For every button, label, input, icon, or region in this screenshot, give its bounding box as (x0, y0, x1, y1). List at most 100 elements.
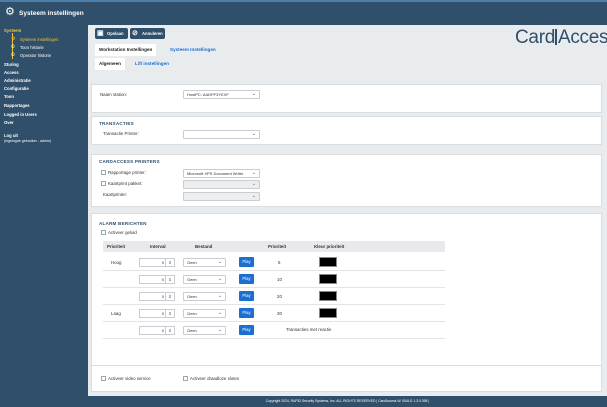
save-icon: ▣ (97, 30, 104, 37)
interval-input[interactable]: 0 ⇕ (139, 326, 175, 335)
interval-input[interactable]: 0 ⇕ (139, 275, 175, 284)
play-button[interactable]: Play (239, 308, 254, 318)
gear-icon: ⚙ (11, 36, 16, 42)
bestand-select[interactable]: Geen ⌄ (183, 275, 226, 284)
sidebar-item-systeem-instellingen[interactable]: ⚙ Systeem instellingen (11, 36, 58, 42)
row-prio-value: 10 (277, 277, 282, 282)
kaartprint-pakket-label: Kaartprint pakket: (108, 181, 143, 186)
kaartprinter-select[interactable]: ⌄ (183, 192, 260, 201)
activeer-draadloze-checkbox[interactable] (183, 376, 188, 381)
printers-title: CARDACCESS PRINTERS (99, 159, 160, 164)
row-prio-label: Hoog (111, 260, 122, 265)
history-icon: ⏲ (11, 44, 15, 50)
cardaccess-logo: CardAccess (515, 27, 607, 48)
station-select[interactable]: HostPC: AADPF3YEXF ⌄ (183, 90, 260, 99)
activeer-video-label: Activeer video service (108, 376, 151, 381)
row-divider (103, 321, 445, 322)
chevron-down-icon: ⌄ (251, 170, 256, 176)
row-prio-value: 20 (277, 294, 282, 299)
header-bestand: Bestand (195, 244, 213, 249)
bestand-select[interactable]: Geen ⌄ (183, 258, 226, 267)
bestand-select[interactable]: Geen ⌄ (183, 309, 226, 318)
play-button[interactable]: Play (239, 291, 254, 301)
sidebar-item-over[interactable]: Over (4, 120, 14, 125)
header-prioriteit: Prioriteit (107, 244, 126, 249)
color-picker[interactable] (319, 257, 337, 267)
sidebar-item-logged-in-users[interactable]: Logged in Users (4, 112, 37, 117)
play-button[interactable]: Play (239, 325, 254, 335)
spinner-icon[interactable]: ⇕ (165, 293, 174, 300)
sidebar-item-toon[interactable]: Toon (4, 94, 14, 99)
play-button[interactable]: Play (239, 257, 254, 267)
kaartprint-pakket-checkbox[interactable] (101, 181, 106, 186)
transacties-met-reactie-label: Transacties met reactie (286, 327, 332, 332)
row-prio-label: Laag (111, 311, 121, 316)
chevron-down-icon: ⌄ (217, 276, 222, 282)
activeer-draadloze-label: Activeer draadloze sloten (190, 376, 240, 381)
history-icon: ⏲ (11, 52, 15, 58)
spinner-icon[interactable]: ⇕ (165, 327, 174, 334)
color-picker[interactable] (319, 274, 337, 284)
transactie-printer-label: Transactie Printer: (103, 131, 139, 136)
transacties-panel: TRANSACTIES Transactie Printer: ⌄ (91, 116, 602, 145)
footer: Copyright 2024, RAPID Security Systems, … (88, 396, 607, 407)
logged-in-user: (ingelogde gebruiker - admin) (4, 139, 51, 143)
gear-icon: ⚙ (5, 6, 15, 18)
chevron-down-icon: ⌄ (217, 259, 222, 265)
alarm-table-header: Prioriteit Interval Bestand Prioriteit K… (103, 241, 445, 252)
color-picker[interactable] (319, 291, 337, 301)
sidebar-item-administratie[interactable]: Administratie (4, 78, 31, 83)
header-interval: Interval (150, 244, 166, 249)
transactie-printer-select[interactable]: ⌄ (183, 130, 260, 139)
activeer-geluid-label: Activeer geluid (108, 230, 137, 235)
sidebar-item-operator-historie[interactable]: ⏲ Operator historie (11, 52, 51, 58)
chevron-down-icon: ⌄ (251, 193, 256, 199)
row-divider (103, 270, 445, 271)
kaartprint-pakket-select[interactable]: ⌄ (183, 180, 260, 189)
interval-input[interactable]: 0 ⇕ (139, 309, 175, 318)
chevron-down-icon: ⌄ (251, 131, 256, 137)
bestand-select[interactable]: Geen ⌄ (183, 292, 226, 301)
interval-input[interactable]: 0 ⇕ (139, 292, 175, 301)
spinner-icon[interactable]: ⇕ (165, 259, 174, 266)
spinner-icon[interactable]: ⇕ (165, 310, 174, 317)
logout-link[interactable]: Log uit (4, 133, 18, 138)
tab-algemeen[interactable]: Algemeen (95, 58, 125, 70)
cancel-icon: ⊘ (132, 30, 138, 37)
header-kleur-prioriteit: Kleur prioriteit (314, 244, 345, 249)
row-prio-value: 30 (277, 311, 282, 316)
sidebar-item-configuratie[interactable]: Configuratie (4, 86, 29, 91)
bestand-select[interactable]: Geen ⌄ (183, 326, 226, 335)
save-button[interactable]: ▣ Opslaan (95, 28, 128, 39)
interval-input[interactable]: 0 ⇕ (139, 258, 175, 267)
rapportage-printer-label: Rapportage printer: (108, 170, 146, 175)
station-label: Naam station: (100, 92, 128, 97)
alarm-title: ALARM BERICHTEN (99, 221, 147, 226)
alarm-panel: ALARM BERICHTEN Activeer geluid Priorite… (91, 213, 602, 376)
tab-systeem-instellingen[interactable]: Systeem Instellingen (166, 44, 220, 56)
kaartprinter-label: Kaartprinter: (103, 192, 128, 197)
header-prioriteit-value: Prioriteit (268, 244, 287, 249)
row-divider (103, 287, 445, 288)
title-bar: ⚙ Systeem instellingen (0, 0, 607, 25)
sidebar-item-sturing[interactable]: Sturing (4, 62, 19, 67)
sidebar-item-rapportages[interactable]: Rapportages (4, 103, 30, 108)
rapportage-printer-select[interactable]: Microsoft XPS Document Writer ⌄ (183, 169, 260, 178)
services-panel: Activeer video service Activeer draadloz… (91, 365, 602, 392)
cancel-button[interactable]: ⊘ Annuleren (130, 28, 165, 39)
activeer-video-checkbox[interactable] (101, 376, 106, 381)
chevron-down-icon: ⌄ (251, 91, 256, 97)
main-content: CardAccess ▣Opslaan ⊘Annuleren Workstati… (88, 25, 607, 396)
printers-panel: CARDACCESS PRINTERS Rapportage printer: … (91, 154, 602, 207)
color-picker[interactable] (319, 308, 337, 318)
spinner-icon[interactable]: ⇕ (165, 276, 174, 283)
activeer-geluid-checkbox[interactable] (101, 230, 106, 235)
chevron-down-icon: ⌄ (217, 310, 222, 316)
transacties-title: TRANSACTIES (99, 121, 134, 126)
rapportage-printer-checkbox[interactable] (101, 170, 106, 175)
sidebar-item-access[interactable]: Access (4, 70, 19, 75)
play-button[interactable]: Play (239, 274, 254, 284)
sidebar-item-toon-historie[interactable]: ⏲ Toon historie (11, 44, 44, 50)
tab-lift-instellingen[interactable]: Lift instellingen (131, 58, 173, 70)
tab-workstation-instellingen[interactable]: Workstation Instellingen (95, 44, 157, 56)
